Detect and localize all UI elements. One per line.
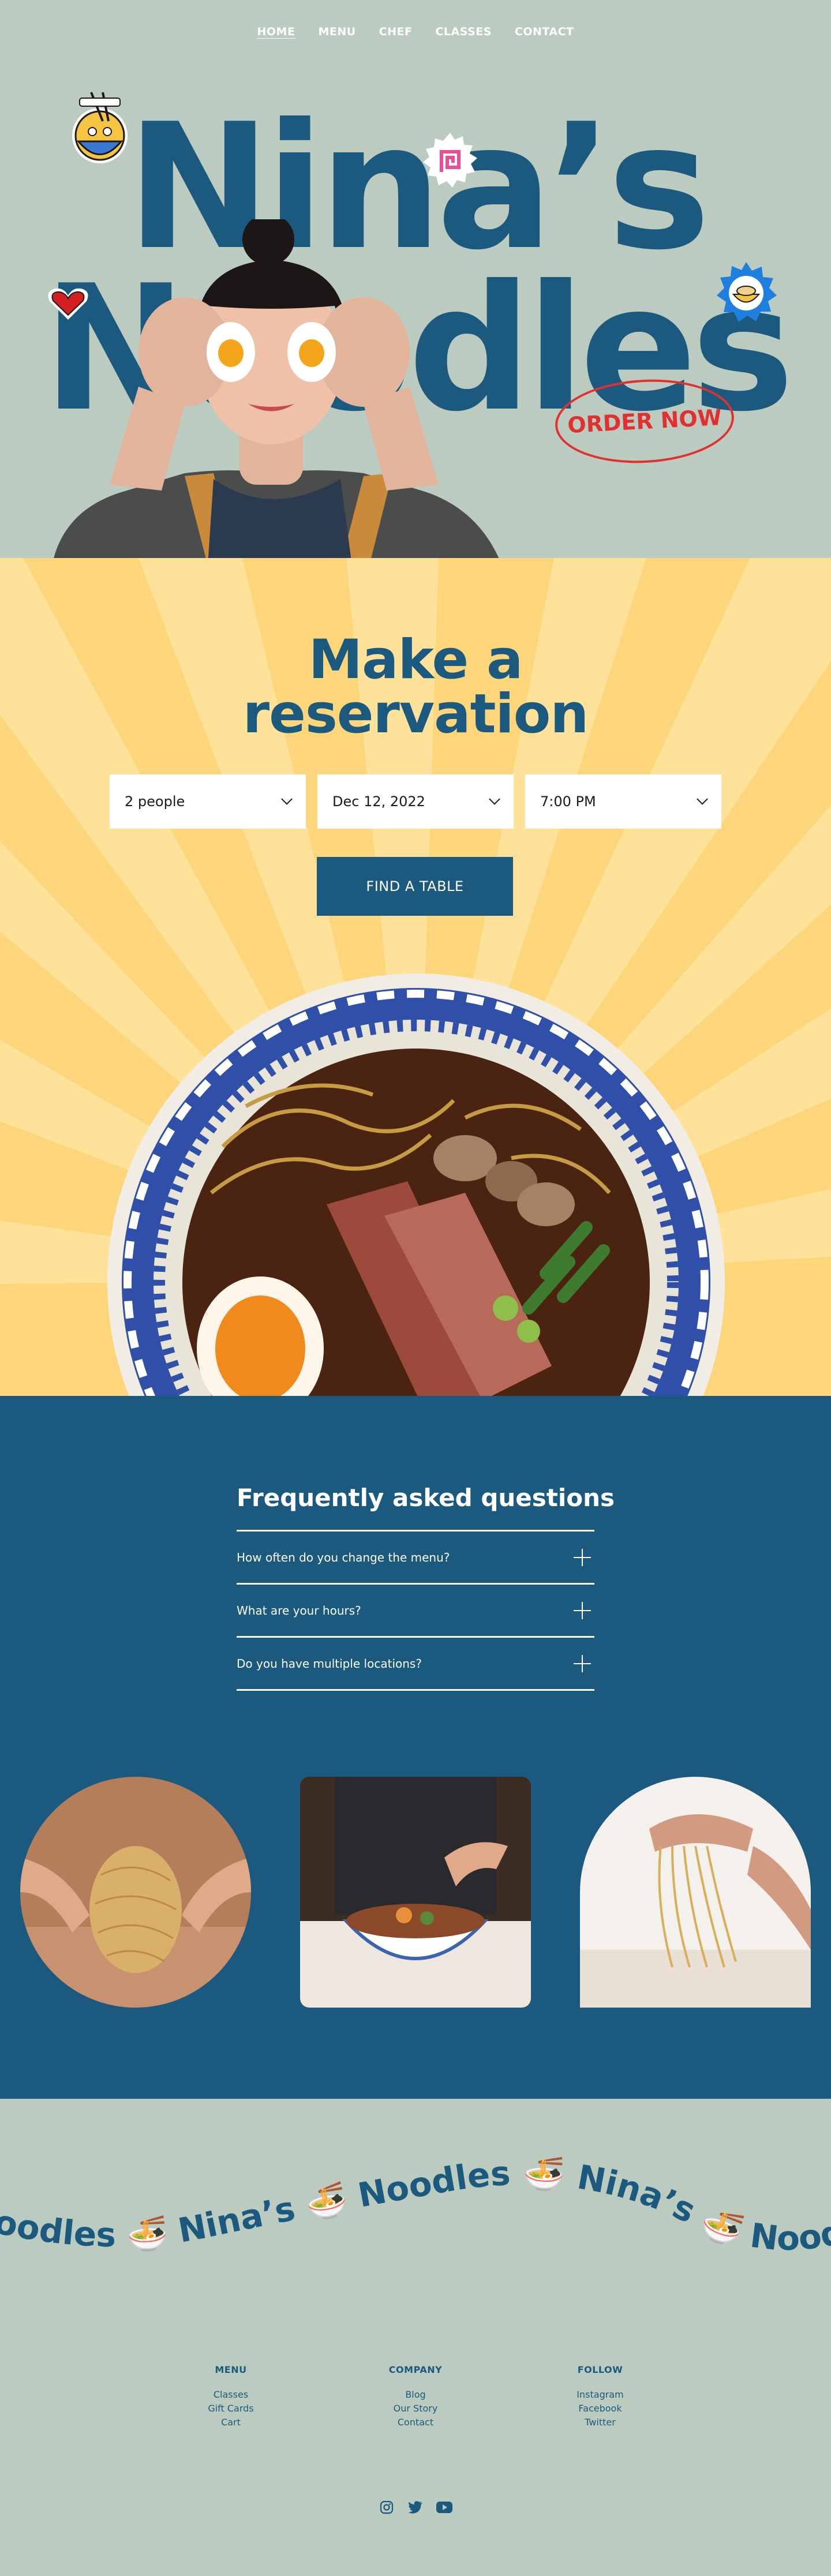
svg-text:Noodles 🍜 Nina’s 🍜 Noodles �: Noodles 🍜 Nina’s 🍜 Noodles 🍜 Nina’s 🍜 No… <box>0 2139 831 2258</box>
nav-classes[interactable]: CLASSES <box>435 25 491 38</box>
footer-col-follow: FOLLOW Instagram Facebook Twitter <box>537 2364 664 2429</box>
footer-col-company: COMPANY Blog Our Story Contact <box>352 2364 479 2429</box>
time-value: 7:00 PM <box>540 793 596 810</box>
marquee-wave: Noodles 🍜 Nina’s 🍜 Noodles 🍜 Nina’s 🍜 No… <box>0 2139 831 2258</box>
hero-person-image <box>54 219 499 558</box>
faq-question: How often do you change the menu? <box>237 1550 450 1564</box>
social-icons <box>0 2499 831 2516</box>
footer-link-classes[interactable]: Classes <box>167 2388 294 2402</box>
footer-col-title: FOLLOW <box>577 2364 623 2375</box>
faq-question: Do you have multiple locations? <box>237 1656 422 1671</box>
footer-col-title: COMPANY <box>388 2364 443 2375</box>
hero-section: HOME MENU CHEF CLASSES CONTACT Nina’s No… <box>0 0 831 558</box>
faq-item[interactable]: Do you have multiple locations? <box>237 1638 594 1691</box>
reservation-section: Make a reservation 2 people Dec 12, 2022… <box>0 558 831 1396</box>
footer-link-blog[interactable]: Blog <box>352 2388 479 2402</box>
footer-link-instagram[interactable]: Instagram <box>537 2388 664 2402</box>
party-size-select[interactable]: 2 people <box>110 774 306 829</box>
footer-link-twitter[interactable]: Twitter <box>537 2416 664 2429</box>
footer-link-our-story[interactable]: Our Story <box>352 2402 479 2416</box>
chevron-down-icon <box>697 793 708 805</box>
plus-icon[interactable] <box>574 1601 591 1619</box>
gallery-image-noodle-lift <box>580 1777 811 2008</box>
nav-contact[interactable]: CONTACT <box>515 25 574 38</box>
gallery-image-noodle-hands <box>20 1777 251 2008</box>
faq-title: Frequently asked questions <box>237 1484 615 1512</box>
faq-list: How often do you change the menu? What a… <box>237 1530 594 1691</box>
party-size-value: 2 people <box>125 793 185 810</box>
marquee-text: Noodles 🍜 Nina’s 🍜 Noodles 🍜 Nina’s 🍜 No… <box>0 2139 831 2258</box>
nav-menu[interactable]: MENU <box>318 25 355 38</box>
date-value: Dec 12, 2022 <box>332 793 425 810</box>
footer: Noodles 🍜 Nina’s 🍜 Noodles 🍜 Nina’s 🍜 No… <box>0 2099 831 2576</box>
badge-bowl-sticker-icon <box>717 262 777 322</box>
gallery-image-bowl-plating <box>300 1777 531 2008</box>
time-select[interactable]: 7:00 PM <box>525 774 721 829</box>
plus-icon[interactable] <box>574 1548 591 1566</box>
find-table-button[interactable]: FIND A TABLE <box>317 857 513 916</box>
footer-link-contact[interactable]: Contact <box>352 2416 479 2429</box>
heart-sticker-icon <box>48 288 88 320</box>
main-nav: HOME MENU CHEF CLASSES CONTACT <box>0 25 831 38</box>
naruto-swirl-sticker-icon <box>423 133 477 188</box>
footer-col-title: MENU <box>215 2364 247 2375</box>
chevron-down-icon <box>489 793 500 805</box>
twitter-icon[interactable] <box>407 2499 424 2516</box>
faq-item[interactable]: How often do you change the menu? <box>237 1532 594 1585</box>
plus-icon[interactable] <box>574 1654 591 1672</box>
ramen-bowl-image <box>107 974 725 1396</box>
reservation-heading-line1: Make a <box>308 628 523 691</box>
youtube-icon[interactable] <box>436 2499 453 2516</box>
reservation-heading-line2: reservation <box>242 683 589 746</box>
nav-chef[interactable]: CHEF <box>379 25 413 38</box>
reservation-fields: 2 people Dec 12, 2022 7:00 PM <box>0 774 831 829</box>
footer-col-menu: MENU Classes Gift Cards Cart <box>167 2364 294 2429</box>
faq-question: What are your hours? <box>237 1603 361 1618</box>
ramen-bowl-sticker-icon <box>72 92 128 163</box>
chevron-down-icon <box>281 793 293 805</box>
instagram-icon[interactable] <box>378 2499 395 2516</box>
nav-home[interactable]: HOME <box>257 25 295 38</box>
reservation-heading: Make a reservation <box>0 633 831 742</box>
faq-item[interactable]: What are your hours? <box>237 1585 594 1638</box>
date-select[interactable]: Dec 12, 2022 <box>317 774 514 829</box>
faq-section: Frequently asked questions How often do … <box>0 1396 831 2099</box>
footer-link-facebook[interactable]: Facebook <box>537 2402 664 2416</box>
footer-link-cart[interactable]: Cart <box>167 2416 294 2429</box>
footer-link-gift-cards[interactable]: Gift Cards <box>167 2402 294 2416</box>
